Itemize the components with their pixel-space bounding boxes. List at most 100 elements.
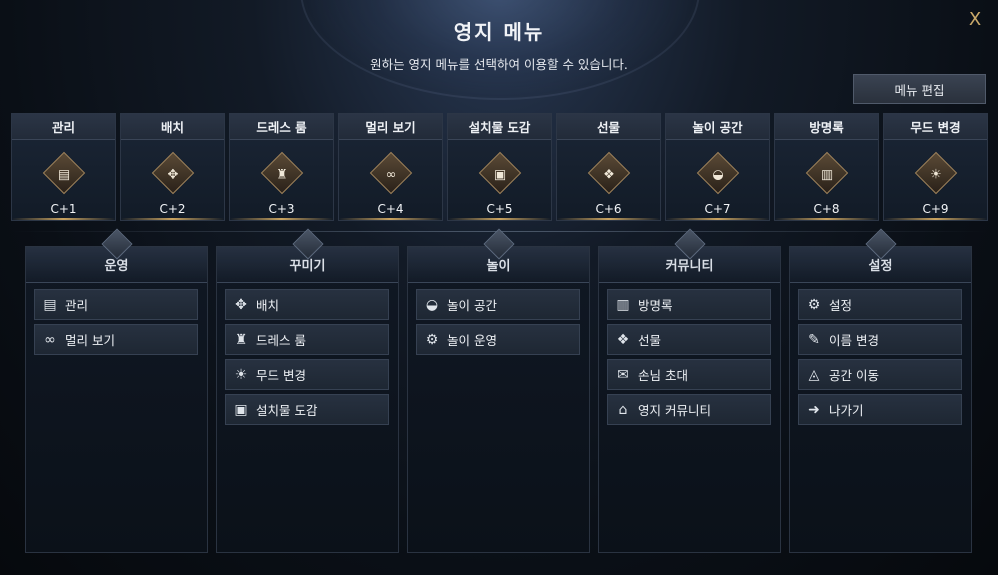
category-panel-3: 놀이 ◒ 놀이 공간 ⚙ 놀이 운영 — [407, 228, 590, 553]
binoculars-icon-frame: ∞ — [369, 151, 413, 195]
quick-card-6[interactable]: 선물 ❖ C+6 — [556, 113, 661, 221]
edit-icon: ✎ — [808, 331, 820, 348]
quick-card-label: 놀이 공간 — [666, 114, 769, 140]
quick-card-underline — [666, 218, 769, 220]
gift-icon: ❖ — [603, 166, 615, 182]
quick-card-label: 무드 변경 — [884, 114, 987, 140]
menu-item-label: 손님 초대 — [638, 368, 688, 383]
page-title: 영지 메뉴 — [453, 20, 545, 44]
catalog-icon-frame: ▣ — [478, 151, 522, 195]
weather-icon: ☀ — [234, 366, 248, 383]
quick-card-3[interactable]: 드레스 룸 ♜ C+3 — [229, 113, 334, 221]
quick-card-shortcut: C+5 — [486, 202, 513, 216]
quick-card-2[interactable]: 배치 ✥ C+2 — [120, 113, 225, 221]
menu-item[interactable]: ⌂ 영지 커뮤니티 — [607, 394, 771, 425]
menu-item-label: 선물 — [638, 333, 662, 348]
quick-card-shortcut: C+4 — [377, 202, 404, 216]
menu-item[interactable]: ❖ 선물 — [607, 324, 771, 355]
menu-item[interactable]: ♜ 드레스 룸 — [225, 324, 389, 355]
menu-item-label: 놀이 공간 — [447, 298, 497, 313]
menu-item[interactable]: ◬ 공간 이동 — [798, 359, 962, 390]
menu-item[interactable]: ✎ 이름 변경 — [798, 324, 962, 355]
menu-item-label: 영지 커뮤니티 — [638, 403, 711, 418]
clipboard-icon: ▤ — [43, 296, 57, 313]
quick-card-underline — [12, 218, 115, 220]
quick-card-underline — [121, 218, 224, 220]
gamepad-icon-frame: ◒ — [696, 151, 740, 195]
quick-card-shortcut: C+7 — [704, 202, 731, 216]
move-arrows-icon-frame: ✥ — [151, 151, 195, 195]
quick-card-label: 선물 — [557, 114, 660, 140]
quick-card-label: 멀리 보기 — [339, 114, 442, 140]
quick-card-1[interactable]: 관리 ▤ C+1 — [11, 113, 116, 221]
guestbook-icon: ▥ — [616, 296, 630, 313]
gift-icon-frame: ❖ — [587, 151, 631, 195]
gamepad-icon: ◒ — [712, 166, 724, 182]
category-panel-1: 운영 ▤ 관리 ∞ 멀리 보기 — [25, 228, 208, 553]
page-subtitle: 원하는 영지 메뉴를 선택하여 이용할 수 있습니다. — [370, 57, 628, 72]
weather-icon-frame: ☀ — [914, 151, 958, 195]
menu-item[interactable]: ∞ 멀리 보기 — [34, 324, 198, 355]
menu-item[interactable]: ▥ 방명록 — [607, 289, 771, 320]
quick-card-underline — [448, 218, 551, 220]
quick-card-label: 설치물 도감 — [448, 114, 551, 140]
quick-card-underline — [339, 218, 442, 220]
quick-menu-cards: 관리 ▤ C+1 배치 ✥ C+2 드레스 룸 ♜ C+3 멀리 보기 ∞ C+4 설치물 도감 ▣ C+5… — [11, 113, 988, 221]
jacket-icon: ♜ — [276, 166, 288, 182]
exit-icon: ➜ — [808, 401, 820, 418]
menu-item-label: 멀리 보기 — [65, 333, 115, 348]
gear-icon: ⚙ — [807, 296, 821, 313]
menu-item[interactable]: ◒ 놀이 공간 — [416, 289, 580, 320]
quick-card-underline — [884, 218, 987, 220]
category-panel-4: 커뮤니티 ▥ 방명록 ❖ 선물 ✉ 손님 초대 ⌂ 영지 커뮤니티 — [598, 228, 781, 553]
invite-icon: ✉ — [617, 366, 629, 383]
menu-item-label: 나가기 — [829, 403, 864, 418]
gamepad-icon: ◒ — [425, 296, 439, 313]
quick-card-shortcut: C+9 — [922, 202, 949, 216]
gift-icon: ❖ — [616, 331, 630, 348]
catalog-icon: ▣ — [493, 166, 507, 182]
binoculars-icon: ∞ — [44, 331, 56, 348]
quick-card-5[interactable]: 설치물 도감 ▣ C+5 — [447, 113, 552, 221]
menu-item-label: 드레스 룸 — [256, 333, 306, 348]
menu-item-label: 공간 이동 — [829, 368, 879, 383]
guestbook-icon: ▥ — [820, 166, 834, 182]
menu-item-label: 관리 — [65, 298, 89, 313]
teleport-icon: ◬ — [808, 366, 820, 383]
header-emblem — [300, 0, 700, 100]
menu-item[interactable]: ✉ 손님 초대 — [607, 359, 771, 390]
menu-item[interactable]: ⚙ 놀이 운영 — [416, 324, 580, 355]
guestbook-icon-frame: ▥ — [805, 151, 849, 195]
menu-item-label: 무드 변경 — [256, 368, 306, 383]
quick-card-label: 관리 — [12, 114, 115, 140]
quick-card-shortcut: C+1 — [50, 202, 77, 216]
quick-card-4[interactable]: 멀리 보기 ∞ C+4 — [338, 113, 443, 221]
menu-item-label: 배치 — [256, 298, 280, 313]
menu-item[interactable]: ▤ 관리 — [34, 289, 198, 320]
menu-item[interactable]: ☀ 무드 변경 — [225, 359, 389, 390]
quick-card-label: 방명록 — [775, 114, 878, 140]
close-button[interactable]: X — [963, 8, 987, 32]
quick-card-shortcut: C+2 — [159, 202, 186, 216]
quick-card-label: 배치 — [121, 114, 224, 140]
menu-item-label: 설정 — [829, 298, 853, 313]
jacket-icon: ♜ — [234, 331, 248, 348]
home-icon: ⌂ — [618, 401, 628, 418]
binoculars-icon: ∞ — [385, 166, 397, 182]
menu-item[interactable]: ➜ 나가기 — [798, 394, 962, 425]
gear-person-icon: ⚙ — [425, 331, 439, 348]
menu-item-label: 놀이 운영 — [447, 333, 497, 348]
edit-menu-button[interactable]: 메뉴 편집 — [853, 74, 986, 104]
clipboard-icon: ▤ — [57, 166, 71, 182]
quick-card-7[interactable]: 놀이 공간 ◒ C+7 — [665, 113, 770, 221]
category-panel-2: 꾸미기 ✥ 배치 ♜ 드레스 룸 ☀ 무드 변경 ▣ 설치물 도감 — [216, 228, 399, 553]
category-panel-5: 설정 ⚙ 설정 ✎ 이름 변경 ◬ 공간 이동 ➜ 나가기 — [789, 228, 972, 553]
menu-item[interactable]: ▣ 설치물 도감 — [225, 394, 389, 425]
quick-card-shortcut: C+8 — [813, 202, 840, 216]
menu-item[interactable]: ✥ 배치 — [225, 289, 389, 320]
menu-item[interactable]: ⚙ 설정 — [798, 289, 962, 320]
quick-card-8[interactable]: 방명록 ▥ C+8 — [774, 113, 879, 221]
quick-card-label: 드레스 룸 — [230, 114, 333, 140]
quick-card-9[interactable]: 무드 변경 ☀ C+9 — [883, 113, 988, 221]
jacket-icon-frame: ♜ — [260, 151, 304, 195]
